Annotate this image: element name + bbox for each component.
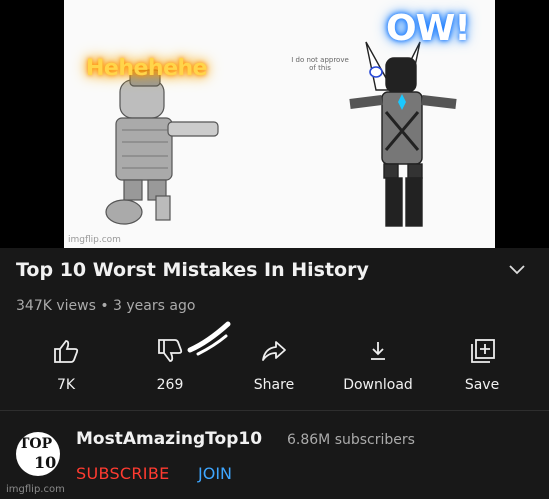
- download-icon: [371, 342, 385, 360]
- join-button[interactable]: JOIN: [198, 464, 232, 483]
- playlist-add-icon: [471, 339, 495, 363]
- download-label: Download: [343, 377, 413, 393]
- divider: [0, 410, 549, 411]
- thumbnail-watermark: imgflip.com: [68, 235, 121, 245]
- subscribe-button[interactable]: SUBSCRIBE: [76, 464, 170, 483]
- title-row[interactable]: Top 10 Worst Mistakes In History: [16, 259, 536, 289]
- avatar-text-bottom: 10: [34, 453, 57, 472]
- video-title: Top 10 Worst Mistakes In History: [16, 259, 369, 281]
- video-meta: 347K views • 3 years ago: [16, 298, 196, 314]
- channel-name[interactable]: MostAmazingTop10: [76, 429, 262, 449]
- dislike-count: 269: [156, 377, 184, 393]
- save-button[interactable]: Save: [432, 338, 532, 393]
- share-label: Share: [253, 377, 295, 393]
- share-button[interactable]: Share: [224, 338, 324, 393]
- action-bar: 7K 269 Share Download Save: [16, 338, 536, 398]
- subscriber-count: 6.86M subscribers: [287, 432, 415, 448]
- save-label: Save: [464, 377, 500, 393]
- thumbs-down-icon: [158, 339, 183, 362]
- meme-right-caption: OW!: [386, 8, 471, 49]
- avatar-text-top: TOP: [19, 436, 53, 452]
- meme-small-text: I do not approve of this: [291, 56, 349, 72]
- like-count: 7K: [56, 377, 76, 393]
- meme-left-caption: Hehehehe: [86, 56, 208, 81]
- download-button[interactable]: Download: [328, 338, 428, 393]
- scribble-mark: [187, 321, 231, 356]
- share-icon: [262, 341, 286, 361]
- like-button[interactable]: 7K: [16, 338, 116, 393]
- thumbs-up-icon: [54, 340, 79, 363]
- video-player[interactable]: Hehehehe OW! I do not approve of this im…: [0, 0, 549, 248]
- video-thumbnail[interactable]: Hehehehe OW! I do not approve of this im…: [64, 0, 495, 248]
- chevron-down-icon[interactable]: [508, 263, 526, 277]
- footer-watermark: imgflip.com: [6, 484, 65, 495]
- channel-avatar[interactable]: TOP 10: [16, 432, 60, 476]
